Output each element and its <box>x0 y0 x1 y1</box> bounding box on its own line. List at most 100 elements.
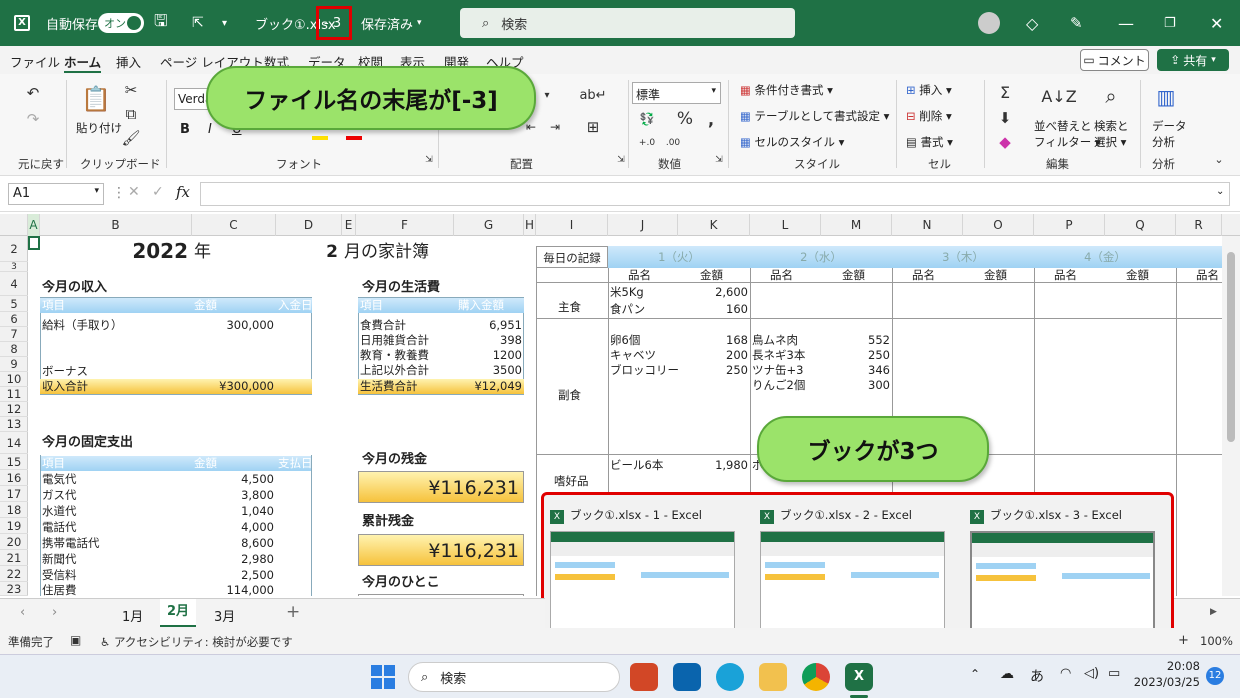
collapse-ribbon-icon[interactable]: ⌄ <box>1212 152 1226 166</box>
fixed-item[interactable]: 電話代 <box>42 520 77 535</box>
living-amount[interactable]: 1200 <box>456 348 522 363</box>
living-amount[interactable]: 6,951 <box>456 318 522 333</box>
daily-sub-name[interactable]: 品名 <box>770 268 793 283</box>
daily-amount[interactable]: 250 <box>822 348 890 363</box>
daily-item[interactable]: 米5Kg <box>610 285 644 300</box>
row-header[interactable]: 10 <box>0 372 28 387</box>
row-header[interactable]: 17 <box>0 486 28 502</box>
autosave-toggle[interactable]: オン <box>98 13 144 33</box>
year-unit[interactable]: 年 <box>194 242 211 262</box>
share-button[interactable]: ⇪ 共有 ▾ <box>1157 49 1229 71</box>
daily-item[interactable]: 食パン <box>610 302 645 317</box>
undo-icon[interactable]: ↶ <box>22 82 44 104</box>
row-header[interactable]: 8 <box>0 342 28 357</box>
col-header[interactable]: K <box>678 214 750 236</box>
battery-icon[interactable]: ▭ <box>1108 666 1120 681</box>
col-header[interactable]: F <box>356 214 454 236</box>
percent-icon[interactable]: % <box>674 108 696 130</box>
daily-amount[interactable]: 2,600 <box>680 285 748 300</box>
search-box[interactable]: ⌕ 検索 <box>460 8 795 38</box>
daily-sub-amount[interactable]: 金額 <box>984 268 1007 283</box>
income-header[interactable]: 入金日 <box>276 298 312 313</box>
zoom-level[interactable]: 100% <box>1200 634 1233 648</box>
row-header[interactable]: 2 <box>0 236 28 262</box>
daily-sub-name[interactable]: 品名 <box>1196 268 1219 283</box>
row-header[interactable]: 5 <box>0 296 28 312</box>
fixed-item[interactable]: 新聞代 <box>42 552 77 567</box>
save-icon[interactable]: 🖫 <box>154 0 168 46</box>
income-title[interactable]: 今月の収入 <box>42 280 107 295</box>
next-sheet-icon[interactable]: › <box>52 605 57 620</box>
fixed-amount[interactable]: 114,000 <box>192 583 274 596</box>
analyze-data-icon[interactable]: ▥ <box>1150 82 1182 112</box>
premium-diamond-icon[interactable]: ◇ <box>1026 0 1038 46</box>
fixed-amount[interactable]: 8,600 <box>192 536 274 551</box>
col-header[interactable]: D <box>276 214 342 236</box>
fx-icon[interactable]: fx <box>176 183 190 201</box>
day-header[interactable]: 2（水） <box>750 246 892 268</box>
living-item[interactable]: 教育・教養費 <box>360 348 429 363</box>
sheet-tab-jan[interactable]: 1月 <box>122 606 143 625</box>
volume-icon[interactable]: ◁) <box>1084 666 1099 681</box>
sheet-tab-mar[interactable]: 3月 <box>214 606 235 625</box>
powerpoint-icon[interactable] <box>630 663 658 691</box>
daily-item[interactable]: キャベツ <box>610 348 656 363</box>
taskbar-search[interactable]: ⌕ 検索 <box>408 662 620 692</box>
day-header[interactable]: 1（火） <box>608 246 750 268</box>
row-header[interactable]: 18 <box>0 502 28 518</box>
fixed-title[interactable]: 今月の固定支出 <box>42 435 133 450</box>
row-header[interactable]: 13 <box>0 417 28 432</box>
daily-title[interactable]: 毎日の記録 <box>536 246 608 268</box>
row-header[interactable]: 21 <box>0 550 28 566</box>
cut-icon[interactable]: ✂ <box>122 80 140 100</box>
pointer-icon[interactable]: ⇱ <box>192 0 204 46</box>
daily-amount[interactable]: 168 <box>680 333 748 348</box>
zoom-in-icon[interactable]: + <box>1178 633 1189 648</box>
fixed-item[interactable]: ガス代 <box>42 488 77 503</box>
save-state[interactable]: 保存済み ▾ <box>361 0 422 46</box>
cancel-icon[interactable]: ✕ <box>128 184 140 200</box>
font-launcher-icon[interactable]: ⇲ <box>424 154 434 166</box>
income-amount[interactable]: 300,000 <box>192 318 274 333</box>
col-header[interactable]: C <box>192 214 276 236</box>
analyze-data-label2[interactable]: 分析 <box>1152 134 1175 150</box>
col-header[interactable]: J <box>608 214 678 236</box>
fixed-amount[interactable]: 1,040 <box>192 504 274 519</box>
analyze-data-label1[interactable]: データ <box>1152 118 1187 134</box>
category-luxury[interactable]: 嗜好品 <box>554 474 589 489</box>
preview-thumbnail-3[interactable] <box>970 531 1155 631</box>
sort-filter-icon[interactable]: A↓Z <box>1041 82 1076 110</box>
row-header[interactable]: 20 <box>0 534 28 550</box>
living-item[interactable]: 上記以外合計 <box>360 363 429 378</box>
onedrive-icon[interactable]: ☁ <box>1000 666 1014 682</box>
conditional-format-button[interactable]: ▦ 条件付き書式 ▾ <box>740 82 833 98</box>
highlight-color-icon[interactable] <box>312 136 328 140</box>
preview-window-2[interactable]: X ブック①.xlsx - 2 - Excel <box>760 507 912 524</box>
day-header[interactable]: 3（木） <box>892 246 1034 268</box>
daily-sub-amount[interactable]: 金額 <box>700 268 723 283</box>
cumulative-title[interactable]: 累計残金 <box>362 514 414 529</box>
income-header[interactable]: 項目 <box>40 298 192 313</box>
col-header[interactable]: P <box>1034 214 1105 236</box>
expand-formula-icon[interactable]: ⌄ <box>1216 186 1224 197</box>
balance-title[interactable]: 今月の残金 <box>362 452 427 467</box>
currency-icon[interactable]: 💱 <box>636 110 658 128</box>
income-total[interactable]: ¥300,000 <box>192 379 274 394</box>
living-amount[interactable]: 398 <box>456 333 522 348</box>
macro-record-icon[interactable]: ▣ <box>70 633 81 647</box>
format-cells-button[interactable]: ▤ 書式 ▾ <box>906 134 953 150</box>
insert-cells-button[interactable]: ⊞ 挿入 ▾ <box>906 82 952 98</box>
fixed-item[interactable]: 携帯電話代 <box>42 536 100 551</box>
tab-home[interactable]: ホーム <box>64 52 102 73</box>
scroll-thumb[interactable] <box>1227 252 1235 442</box>
alignment-launcher-icon[interactable]: ⇲ <box>616 154 626 166</box>
minimize-icon[interactable]: — <box>1118 0 1134 46</box>
daily-item[interactable]: りんご2個 <box>752 378 805 393</box>
income-header[interactable]: 金額 <box>192 298 276 313</box>
daily-amount[interactable]: 250 <box>680 363 748 378</box>
account-avatar[interactable] <box>978 12 1000 34</box>
row-header[interactable]: 14 <box>0 432 28 454</box>
start-icon[interactable] <box>371 665 395 689</box>
daily-sub-name[interactable]: 品名 <box>628 268 651 283</box>
excel-taskbar-icon[interactable]: X <box>845 663 873 691</box>
